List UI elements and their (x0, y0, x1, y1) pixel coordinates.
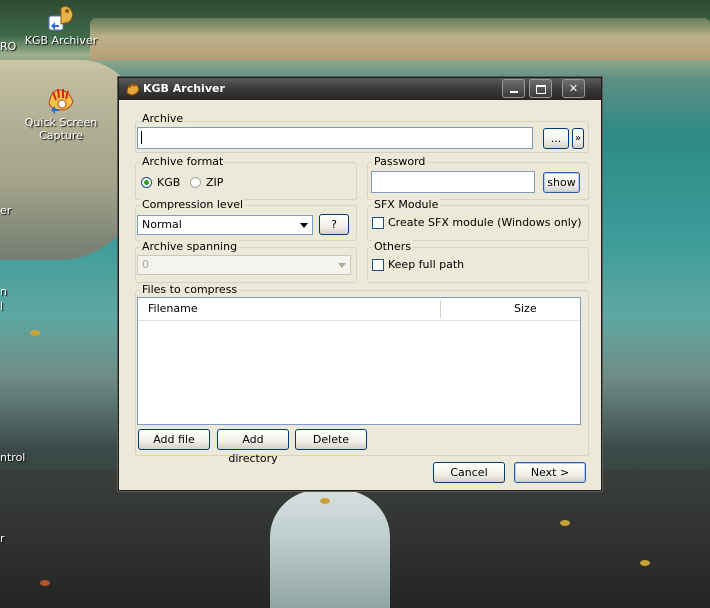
browse-button[interactable]: ... (543, 128, 569, 149)
compression-label: Compression level (140, 198, 246, 211)
add-directory-button[interactable]: Add directory (217, 429, 289, 465)
sfx-checkbox[interactable] (372, 217, 384, 229)
show-password-button[interactable]: show (543, 172, 580, 193)
minimize-button[interactable] (502, 79, 525, 98)
chevron-down-icon (338, 263, 346, 268)
desktop-edge-label: RO (0, 40, 17, 53)
files-label: Files to compress (140, 283, 240, 296)
spanning-label: Archive spanning (140, 240, 240, 253)
others-label: Others (372, 240, 413, 253)
title-bar[interactable]: KGB Archiver ✕ (119, 78, 601, 100)
desktop-icon-label: KGB Archiver (24, 34, 98, 47)
chevron-down-icon (300, 223, 308, 228)
quick-screen-capture-icon (45, 84, 77, 116)
desktop-edge-label: n (0, 285, 7, 298)
archive-path-input[interactable] (137, 127, 533, 149)
sfx-label: SFX Module (372, 198, 441, 211)
kgb-paw-icon (124, 81, 140, 97)
radio-selected-dot (144, 180, 149, 185)
format-zip-label[interactable]: ZIP (206, 176, 223, 189)
archive-spanning-value: 0 (142, 258, 149, 271)
text-cursor (141, 131, 142, 144)
cliff-scenery (90, 18, 710, 60)
maximize-icon (535, 84, 546, 94)
leaf (320, 498, 330, 504)
leaf (560, 520, 570, 526)
desktop-edge-label: l (0, 300, 4, 313)
sfx-checkbox-label[interactable]: Create SFX module (Windows only) (388, 216, 582, 229)
delete-button[interactable]: Delete (295, 429, 367, 450)
desktop-icon-kgb-archiver[interactable]: KGB Archiver (22, 2, 100, 47)
dialog-body: Archive ... » Archive format KGB ZIP Pas… (123, 104, 595, 486)
compression-help-button[interactable]: ? (319, 214, 349, 235)
desktop-edge-label: r (0, 532, 5, 545)
window-title: KGB Archiver (143, 82, 225, 95)
files-list[interactable]: Filename Size (137, 297, 581, 425)
next-button[interactable]: Next > (514, 462, 586, 483)
close-icon: ✕ (568, 82, 579, 95)
waterfall-scenery (270, 490, 390, 608)
desktop-edge-label: ntrol (0, 451, 26, 464)
format-kgb-radio[interactable] (141, 177, 152, 188)
password-label: Password (372, 155, 428, 168)
files-list-header: Filename Size (138, 298, 580, 321)
leaf (30, 330, 40, 336)
cancel-button[interactable]: Cancel (433, 462, 505, 483)
column-divider[interactable] (440, 300, 441, 318)
archive-spanning-select[interactable]: 0 (137, 255, 351, 275)
keep-full-path-checkbox[interactable] (372, 259, 384, 271)
add-file-button[interactable]: Add file (138, 429, 210, 450)
kgb-archiver-window: KGB Archiver ✕ Archive ... » Archive for… (118, 77, 602, 491)
archive-label: Archive (140, 112, 186, 125)
leaf (640, 560, 650, 566)
desktop-icon-label: Quick Screen Capture (24, 116, 98, 142)
maximize-button[interactable] (529, 79, 552, 98)
leaf (40, 580, 50, 586)
archive-format-label: Archive format (140, 155, 226, 168)
minimize-icon (509, 91, 518, 93)
column-size[interactable]: Size (514, 302, 537, 315)
compression-level-value: Normal (142, 218, 182, 231)
desktop-icon-quick-screen-capture[interactable]: Quick Screen Capture (22, 84, 100, 142)
close-button[interactable]: ✕ (562, 79, 585, 98)
desktop-edge-label: er (0, 204, 12, 217)
kgb-archiver-icon (45, 2, 77, 34)
format-kgb-label[interactable]: KGB (157, 176, 180, 189)
column-filename[interactable]: Filename (148, 302, 198, 315)
password-input[interactable] (371, 171, 535, 193)
compression-level-select[interactable]: Normal (137, 215, 313, 235)
archive-more-button[interactable]: » (572, 128, 584, 149)
keep-full-path-label[interactable]: Keep full path (388, 258, 464, 271)
format-zip-radio[interactable] (190, 177, 201, 188)
